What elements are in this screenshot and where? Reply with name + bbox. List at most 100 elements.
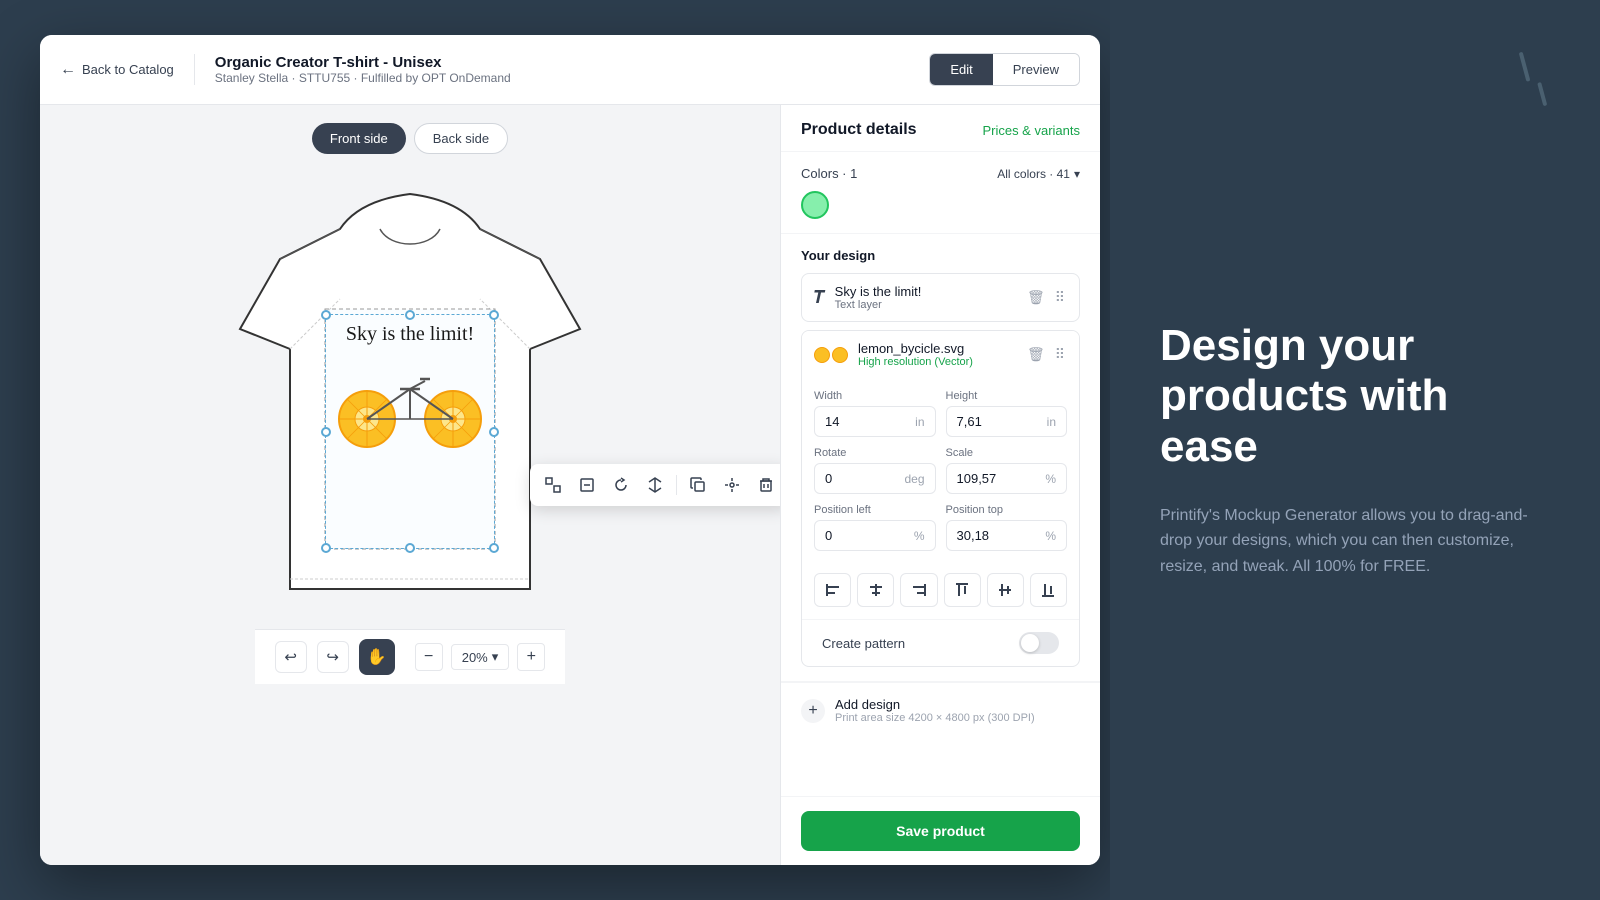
scale-input[interactable]: 109,57 % (946, 463, 1068, 494)
redo-button[interactable]: ↪ (317, 641, 349, 673)
position-row: Position left 0 % Position top 30,18 (814, 504, 1067, 551)
product-name: Organic Creator T-shirt - Unisex (215, 54, 511, 71)
deco-line-1 (1519, 52, 1531, 82)
position-top-unit: % (1045, 529, 1056, 543)
text-layer-delete-button[interactable]: 🗑 (1025, 287, 1047, 308)
front-side-tab[interactable]: Front side (312, 123, 406, 154)
position-left-unit: % (914, 529, 925, 543)
width-label: Width (814, 390, 936, 402)
width-unit: in (915, 415, 924, 429)
rotate-scale-row: Rotate 0 deg Scale 109,57 % (814, 447, 1067, 494)
save-product-button[interactable]: Save product (801, 811, 1080, 851)
zoom-out-button[interactable]: − (415, 643, 443, 671)
position-top-value: 30,18 (957, 528, 990, 543)
deco-line-2 (1537, 82, 1547, 106)
toolbar-btn-delete[interactable] (751, 470, 780, 500)
bicycle-design (326, 354, 494, 454)
add-design-label: Add design (835, 697, 1035, 712)
align-top-button[interactable] (944, 573, 981, 607)
side-tabs: Front side Back side (312, 123, 508, 154)
position-left-input[interactable]: 0 % (814, 520, 936, 551)
height-field-group: Height 7,61 in (946, 390, 1068, 437)
height-input[interactable]: 7,61 in (946, 406, 1068, 437)
header: ← Back to Catalog Organic Creator T-shir… (40, 35, 1100, 105)
width-value: 14 (825, 414, 839, 429)
tab-edit[interactable]: Edit (930, 54, 992, 85)
width-input[interactable]: 14 in (814, 406, 936, 437)
align-right-button[interactable] (900, 573, 937, 607)
align-bottom-button[interactable] (1030, 573, 1067, 607)
zoom-chevron-icon: ▾ (492, 649, 499, 665)
save-section: Save product (781, 796, 1100, 865)
your-design-label: Your design (801, 248, 1080, 263)
align-left-button[interactable] (814, 573, 851, 607)
rotate-field-group: Rotate 0 deg (814, 447, 936, 494)
toolbar-btn-flip[interactable] (640, 470, 670, 500)
back-to-catalog-link[interactable]: ← Back to Catalog (60, 61, 174, 79)
handle-lc[interactable] (321, 427, 331, 437)
your-design-section: Your design 𝑻 Sky is the limit! Text lay… (781, 234, 1100, 682)
rotate-value: 0 (825, 471, 832, 486)
back-side-tab[interactable]: Back side (414, 123, 508, 154)
hand-tool-button[interactable]: ✋ (359, 639, 395, 675)
color-swatch-green[interactable] (801, 191, 829, 219)
prices-variants-link[interactable]: Prices & variants (982, 123, 1080, 138)
handle-bc[interactable] (405, 543, 415, 553)
toolbar-divider (676, 475, 677, 495)
back-label: Back to Catalog (82, 62, 174, 77)
create-pattern-toggle[interactable] (1019, 632, 1059, 654)
position-top-field-group: Position top 30,18 % (946, 504, 1068, 551)
back-arrow-icon: ← (60, 61, 76, 79)
text-layer-info: Sky is the limit! Text layer (835, 284, 1015, 311)
position-top-input[interactable]: 30,18 % (946, 520, 1068, 551)
undo-button[interactable]: ↩ (275, 641, 307, 673)
add-design-info: Add design Print area size 4200 × 4800 p… (835, 697, 1035, 724)
text-layer-drag-button[interactable]: ⠿ (1053, 287, 1067, 308)
svg-layer-delete-button[interactable]: 🗑 (1025, 344, 1047, 365)
width-height-row: Width 14 in Height 7,61 in (814, 390, 1067, 437)
fields-section: Width 14 in Height 7,61 in (802, 378, 1079, 573)
height-value: 7,61 (957, 414, 982, 429)
toolbar-btn-move[interactable] (717, 470, 747, 500)
handle-tl[interactable] (321, 310, 331, 320)
handle-br[interactable] (489, 543, 499, 553)
canvas-area: Front side Back side (40, 105, 780, 865)
toolbar-btn-scale[interactable] (572, 470, 602, 500)
handle-tc[interactable] (405, 310, 415, 320)
promo-panel: Design your products with ease Printify'… (1110, 0, 1600, 900)
panel-title: Product details (801, 121, 917, 139)
design-overlay[interactable]: Sky is the limit! (325, 314, 495, 549)
handle-tr[interactable] (489, 310, 499, 320)
text-layer-item: 𝑻 Sky is the limit! Text layer 🗑 ⠿ (801, 273, 1080, 322)
scale-field-group: Scale 109,57 % (946, 447, 1068, 494)
text-layer-name: Sky is the limit! (835, 284, 1015, 299)
product-sub: Stanley Stella · STTU755 · Fulfilled by … (215, 71, 511, 85)
all-colors-button[interactable]: All colors · 41 ▾ (997, 167, 1080, 181)
lemon-icon-pair (814, 347, 848, 363)
align-middle-v-button[interactable] (987, 573, 1024, 607)
text-layer-actions: 🗑 ⠿ (1025, 287, 1067, 308)
handle-rc[interactable] (489, 427, 499, 437)
handle-bl[interactable] (321, 543, 331, 553)
toolbar-btn-rotate[interactable] (606, 470, 636, 500)
add-design-sub: Print area size 4200 × 4800 px (300 DPI) (835, 712, 1035, 724)
text-layer-sub: Text layer (835, 299, 1015, 311)
text-layer-icon: 𝑻 (814, 287, 825, 308)
create-pattern-row: Create pattern (802, 619, 1079, 666)
toolbar-btn-crop[interactable] (538, 470, 568, 500)
header-tabs: Edit Preview (929, 53, 1080, 86)
zoom-display[interactable]: 20% ▾ (451, 644, 510, 670)
tshirt-container[interactable]: Sky is the limit! (210, 169, 610, 629)
svg-layer-drag-button[interactable]: ⠿ (1053, 344, 1067, 365)
rotate-input[interactable]: 0 deg (814, 463, 936, 494)
bottom-bar: ↩ ↪ ✋ − 20% ▾ + (255, 629, 566, 684)
align-center-h-button[interactable] (857, 573, 894, 607)
zoom-in-button[interactable]: + (517, 643, 545, 671)
add-design-button[interactable]: + Add design Print area size 4200 × 4800… (801, 697, 1080, 724)
scale-value: 109,57 (957, 471, 997, 486)
toolbar-btn-duplicate[interactable] (683, 470, 713, 500)
zoom-controls: − 20% ▾ + (415, 643, 546, 671)
right-panel: Product details Prices & variants Colors… (780, 105, 1100, 865)
height-unit: in (1047, 415, 1056, 429)
tab-preview[interactable]: Preview (993, 54, 1079, 85)
